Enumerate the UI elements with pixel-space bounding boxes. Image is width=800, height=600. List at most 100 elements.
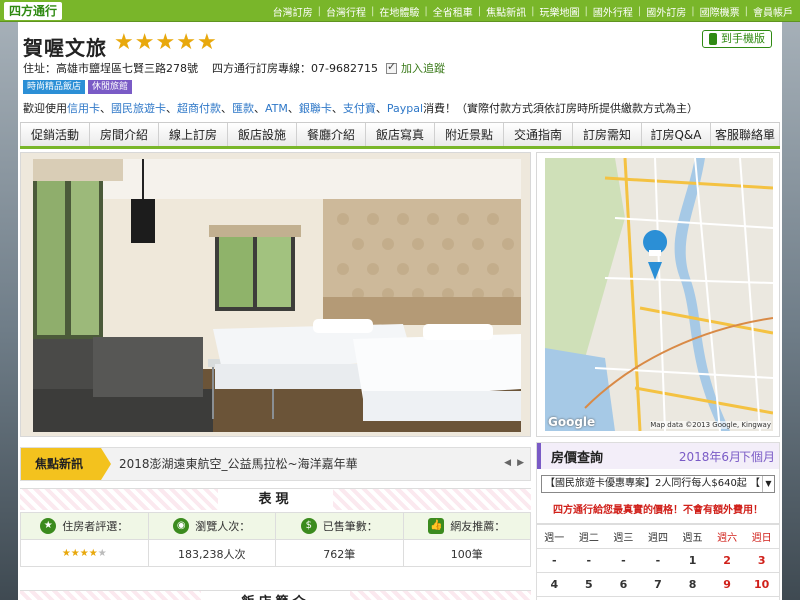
perf-cell-recommend: 👍 網友推薦： 100筆 xyxy=(403,513,530,566)
perf-cell-views: ◉ 瀏覽人次： 183,238人次 xyxy=(148,513,276,566)
rating-stars: ★★★★★ xyxy=(61,548,107,559)
tab-restaurant[interactable]: 餐廳介紹 xyxy=(297,123,366,146)
intro-header: 飯店簡介 xyxy=(20,590,531,600)
tab-photos[interactable]: 飯店寫真 xyxy=(366,123,435,146)
weekday: 週五 xyxy=(675,523,710,549)
performance-grid: ★ 住房者評選： ★★★★★ ◉ 瀏覽人次： 183,238人次 $ 已售筆數： 76… xyxy=(20,512,531,567)
perf-cell-rating: ★ 住房者評選： ★★★★★ xyxy=(21,513,149,566)
calendar-day[interactable]: 10 xyxy=(744,572,779,597)
thumbs-up-icon: 👍 xyxy=(428,518,445,534)
calendar-day[interactable]: 9 xyxy=(709,572,745,597)
room-illustration xyxy=(33,159,521,432)
promo-select[interactable]: 【國民旅遊卡優惠專案】2人同行每人$640起 【 ▼ xyxy=(541,475,775,493)
calendar-day[interactable]: 8 xyxy=(675,572,710,597)
news-label: 焦點新訊 xyxy=(21,448,111,480)
tab-promotions[interactable]: 促銷活動 xyxy=(20,123,90,146)
chevron-right-icon[interactable]: ▶ xyxy=(517,458,524,468)
tab-contact[interactable]: 客服聯絡單 xyxy=(711,123,780,146)
calendar-day: - xyxy=(606,548,641,573)
top-nav-item[interactable]: 台灣訂房 xyxy=(268,4,318,19)
top-nav-item[interactable]: 國際機票 xyxy=(695,4,745,19)
price-header: 房價查詢 2018年6月 下個月 xyxy=(537,443,779,469)
tab-booking-notes[interactable]: 訂房需知 xyxy=(573,123,642,146)
tab-facilities[interactable]: 飯店設施 xyxy=(228,123,297,146)
star-icon: ★ xyxy=(40,518,57,534)
tab-faq[interactable]: 訂房Q&A xyxy=(642,123,711,146)
promo-select-value: 【國民旅遊卡優惠專案】2人同行每人$640起 【 xyxy=(545,478,760,489)
follow-checkbox[interactable] xyxy=(385,60,397,74)
top-nav: 台灣訂房 | 台灣行程 | 在地體驗 | 全省租車 | 焦點新訊 | 玩樂地圖 | 國外行程… xyxy=(268,0,798,22)
calendar-day[interactable]: 6 xyxy=(606,572,641,597)
calendar-day[interactable]: 3 xyxy=(744,548,779,573)
top-nav-item[interactable]: 在地體驗 xyxy=(374,4,424,19)
top-nav-item[interactable]: 焦點新訊 xyxy=(481,4,531,19)
hotel-address: 住址：高雄市鹽埕區七賢三路278號 xyxy=(23,62,198,75)
follow-link[interactable]: 加入追蹤 xyxy=(401,60,445,76)
payment-method: 超商付款 xyxy=(177,102,221,115)
top-nav-item[interactable]: 台灣行程 xyxy=(321,4,371,19)
tab-transport[interactable]: 交通指南 xyxy=(504,123,573,146)
news-nav: ◀ ▶ xyxy=(498,458,524,468)
tag-badge[interactable]: 休閒旅館 xyxy=(88,80,133,94)
top-bar: 四方通行 台灣訂房 | 台灣行程 | 在地體驗 | 全省租車 | 焦點新訊 | 玩樂地圖 |… xyxy=(0,0,800,22)
tab-booking[interactable]: 線上訂房 xyxy=(159,123,228,146)
calendar-week-row: 4 5 6 7 8 9 10 xyxy=(537,572,779,597)
room-photo[interactable] xyxy=(33,159,521,432)
mobile-version-label: 到手機版 xyxy=(721,32,765,45)
payment-method: Paypal xyxy=(386,102,424,115)
hotel-star-rating: ★ ★ ★ ★ ★ xyxy=(114,30,218,56)
tag-badge[interactable]: 時尚精品飯店 xyxy=(23,80,86,94)
calendar-day[interactable]: 2 xyxy=(709,548,745,573)
tab-attractions[interactable]: 附近景點 xyxy=(435,123,504,146)
site-logo[interactable]: 四方通行 xyxy=(4,2,63,20)
map-copyright: Map data ©2013 Google, Kingway xyxy=(650,421,771,429)
top-nav-item[interactable]: 國外訂房 xyxy=(641,4,691,19)
weekday: 週六 xyxy=(709,523,745,549)
news-headline[interactable]: 2018澎湖遠東航空_公益馬拉松~海洋嘉年華 xyxy=(119,448,358,480)
calendar-day: - xyxy=(571,548,607,573)
chevron-left-icon[interactable]: ◀ xyxy=(504,458,511,468)
main-panel: 賀喔文旅 ★ ★ ★ ★ ★ 到手機版 住址：高雄市鹽埕區七賢三路278號 四方… xyxy=(18,22,782,600)
top-nav-item[interactable]: 玩樂地圖 xyxy=(535,4,585,19)
star-icon: ★ xyxy=(134,30,155,55)
calendar-day[interactable]: 7 xyxy=(640,572,676,597)
calendar-day[interactable]: 4 xyxy=(537,572,572,597)
intro-title: 飯店簡介 xyxy=(201,591,350,600)
chevron-down-icon: ▼ xyxy=(762,476,774,492)
price-calendar: 週一 週二 週三 週四 週五 週六 週日 - - - - 1 2 3 4 5 6 xyxy=(537,523,779,597)
location-map[interactable]: Google Map data ©2013 Google, Kingway xyxy=(545,158,773,431)
payment-method: ATM xyxy=(265,102,288,115)
hotel-info-row: 住址：高雄市鹽埕區七賢三路278號 四方通行訂房專線：07-9682715 加入… xyxy=(23,60,445,76)
next-month-link[interactable]: 下個月 xyxy=(739,448,775,465)
payment-prefix: 歡迎使用 xyxy=(23,102,67,115)
top-nav-item[interactable]: 全省租車 xyxy=(428,4,478,19)
performance-title: 表現 xyxy=(218,489,333,510)
calendar-day: - xyxy=(640,548,676,573)
mobile-version-button[interactable]: 到手機版 xyxy=(702,30,772,48)
price-month: 2018年6月 xyxy=(678,450,741,464)
tab-rooms[interactable]: 房間介紹 xyxy=(90,123,159,146)
payment-method: 銀聯卡 xyxy=(298,102,332,115)
dollar-icon: $ xyxy=(300,518,317,534)
map-illustration xyxy=(545,158,773,431)
room-photo-frame xyxy=(20,152,531,437)
perf-label: 已售筆數： xyxy=(322,520,378,533)
price-note: 四方通行給您最真實的價格！不會有額外費用！ xyxy=(553,505,763,516)
calendar-weekday-row: 週一 週二 週三 週四 週五 週六 週日 xyxy=(537,523,779,549)
perf-label: 瀏覽人次： xyxy=(195,520,251,533)
calendar-day[interactable]: 1 xyxy=(675,548,710,573)
weekday: 週三 xyxy=(606,523,641,549)
perf-value: 183,238人次 xyxy=(178,547,246,561)
star-icon: ★ xyxy=(196,30,217,55)
top-nav-item[interactable]: 國外行程 xyxy=(588,4,638,19)
perf-value: 100筆 xyxy=(450,547,483,561)
hotel-hotline: 四方通行訂房專線：07-9682715 xyxy=(212,62,378,75)
payment-method: 信用卡 xyxy=(67,102,100,115)
top-nav-item[interactable]: 會員帳戶 xyxy=(748,4,798,19)
location-map-frame: Google Map data ©2013 Google, Kingway xyxy=(536,152,780,437)
price-panel: 房價查詢 2018年6月 下個月 【國民旅遊卡優惠專案】2人同行每人$640起 … xyxy=(536,442,780,600)
calendar-week-row: - - - - 1 2 3 xyxy=(537,548,779,573)
perf-value: 762筆 xyxy=(323,547,356,561)
calendar-day[interactable]: 5 xyxy=(571,572,607,597)
payment-method: 匯款 xyxy=(232,102,254,115)
